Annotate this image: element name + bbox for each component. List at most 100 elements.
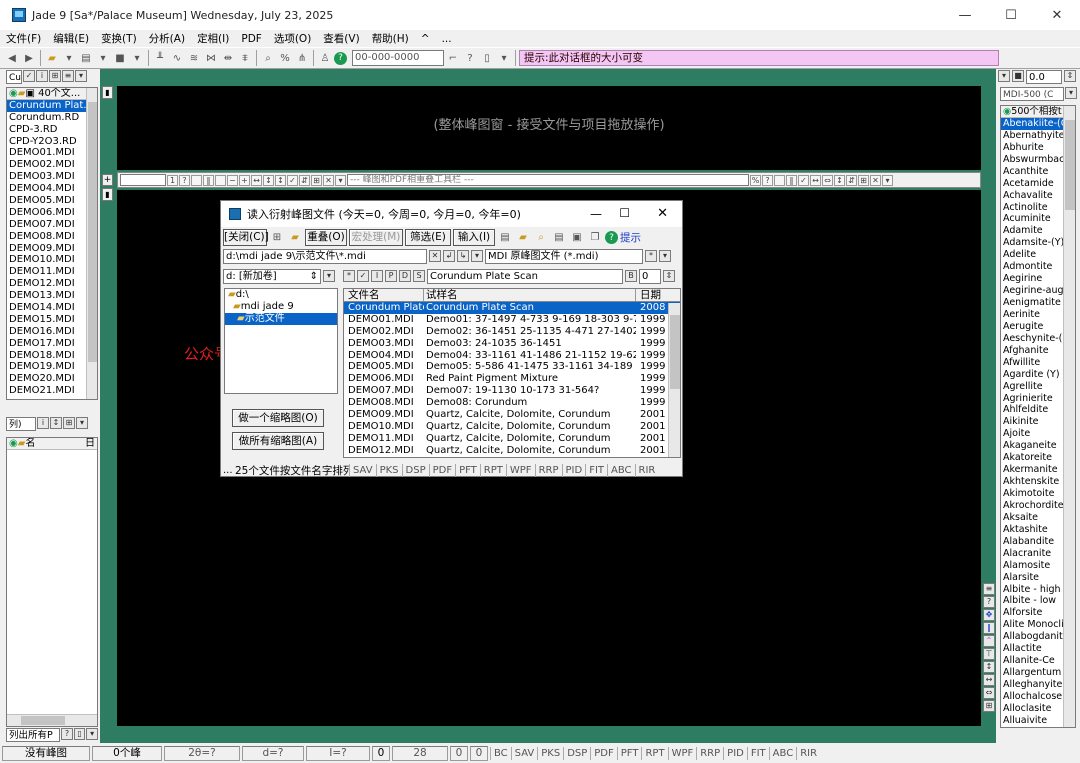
table-row[interactable]: DEMO09.MDI Quartz, Calcite, Dolomite, Cor… xyxy=(344,409,680,421)
table-row[interactable]: DEMO08.MDI Demo08: Corundum 1999 xyxy=(344,397,680,409)
up-down-icon[interactable]: ↕ xyxy=(275,174,286,186)
minimize-button[interactable]: — xyxy=(942,0,988,30)
help-icon[interactable]: ? xyxy=(61,728,73,740)
list-item[interactable]: CPD-Y2O3.RD xyxy=(7,136,97,148)
spin-icon[interactable]: ⇕ xyxy=(663,270,675,282)
scrollbar-thumb[interactable] xyxy=(88,102,97,362)
dropdown-arrow-icon[interactable]: ▾ xyxy=(86,728,98,740)
table-row[interactable]: DEMO10.MDI Quartz, Calcite, Dolomite, Cor… xyxy=(344,421,680,433)
threshold-input[interactable]: 0.0 xyxy=(1026,70,1062,84)
fit-icon[interactable]: ⋈ xyxy=(203,50,219,66)
help-icon[interactable]: ? xyxy=(605,231,618,244)
tab-rpt[interactable]: RPT xyxy=(479,463,506,477)
pin-icon[interactable]: ⊤ xyxy=(983,648,995,660)
grid-icon[interactable]: ⊞ xyxy=(49,70,61,82)
dropdown-arrow-icon[interactable]: ▾ xyxy=(323,270,335,282)
help-icon[interactable]: ? xyxy=(179,174,190,186)
flag-i[interactable]: I xyxy=(371,270,383,282)
tab-pdf[interactable]: PDF xyxy=(428,463,455,477)
up-down-icon[interactable]: ↕ xyxy=(834,174,845,186)
table-row[interactable]: DEMO04.MDI Demo04: 33-1161 41-1486 21-115… xyxy=(344,350,680,362)
stop-icon[interactable]: ■ xyxy=(1012,70,1024,82)
tab-abc[interactable]: ABC xyxy=(607,463,635,477)
scale-icon[interactable]: ⇔ xyxy=(822,174,833,186)
column-header-sample[interactable]: 试样名 xyxy=(424,289,636,301)
refresh-icon[interactable]: ◉ xyxy=(9,88,18,99)
refresh-icon[interactable]: ◉ xyxy=(9,438,18,449)
dropdown-arrow-icon[interactable]: ▾ xyxy=(659,250,671,262)
dropdown-arrow-icon[interactable]: ▾ xyxy=(95,50,111,66)
list-item[interactable]: DEMO01.MDI xyxy=(7,147,97,159)
folder-item[interactable]: ▰mdi jade 9 xyxy=(225,301,337,313)
tab-sav[interactable]: SAV xyxy=(349,463,376,477)
list-item[interactable]: DEMO02.MDI xyxy=(7,159,97,171)
status-tab-rpt[interactable]: RPT xyxy=(641,746,667,760)
drive-select[interactable]: d: [新加卷] ⇕ xyxy=(223,268,321,284)
minus-icon[interactable]: − xyxy=(227,174,238,186)
overview-pattern-window[interactable]: (整体峰图窗 - 接受文件与项目拖放操作) xyxy=(117,86,981,170)
menu-options[interactable]: 选项(O) xyxy=(268,31,317,46)
peak-icon[interactable]: ╨ xyxy=(152,50,168,66)
hint-button[interactable]: 提示 xyxy=(620,230,641,245)
stop-icon[interactable]: ■ xyxy=(112,50,128,66)
pane-toggle-icon[interactable]: ▮ xyxy=(102,86,113,99)
bars-icon[interactable]: ‖ xyxy=(203,174,214,186)
macro-button[interactable]: 宏处理(M) xyxy=(349,229,403,246)
grid-icon[interactable]: ⊞ xyxy=(63,417,75,429)
list-icon[interactable]: ≡ xyxy=(62,70,74,82)
list-item[interactable]: DEMO14.MDI xyxy=(7,302,97,314)
status-tab-pid[interactable]: PID xyxy=(723,746,747,760)
maximize-button[interactable]: ☐ xyxy=(988,0,1034,30)
save-icon[interactable]: ▣ xyxy=(569,230,585,246)
pdf-doc-icon[interactable]: ▯ xyxy=(479,50,495,66)
blank-icon[interactable] xyxy=(774,174,785,186)
filetype-select[interactable]: MDI 原峰图文件 (*.mdi) xyxy=(485,248,643,264)
left-right-icon[interactable]: ↔ xyxy=(983,674,995,686)
menu-transform[interactable]: 变换(T) xyxy=(95,31,143,46)
list-item[interactable]: DEMO11.MDI xyxy=(7,266,97,278)
table-row[interactable]: DEMO12.MDI Quartz, Calcite, Dolomite, Cor… xyxy=(344,445,680,457)
status-tab-sav[interactable]: SAV xyxy=(510,746,538,760)
phase-list-scrollbar[interactable] xyxy=(1063,106,1075,727)
help-icon[interactable]: ? xyxy=(983,596,995,608)
check-icon[interactable]: ✓ xyxy=(287,174,298,186)
list-all-button[interactable]: 列出所有P xyxy=(6,728,61,742)
pane-toggle-icon[interactable]: ▮ xyxy=(102,188,113,201)
lattice-icon[interactable]: ⋔ xyxy=(294,50,310,66)
list-item[interactable]: DEMO04.MDI xyxy=(7,183,97,195)
table-row[interactable]: DEMO02.MDI Demo02: 36-1451 25-1135 4-471 … xyxy=(344,326,680,338)
help-icon[interactable]: ? xyxy=(762,174,773,186)
dialog-close-button[interactable]: ✕ xyxy=(657,206,668,221)
background-icon[interactable]: ≋ xyxy=(186,50,202,66)
up-down-icon[interactable]: ↕ xyxy=(983,661,995,673)
list-item[interactable]: Corundum Plat... xyxy=(7,99,97,112)
nav-right-icon[interactable]: ▶ xyxy=(21,50,37,66)
tab-pft[interactable]: PFT xyxy=(455,463,480,477)
table-row[interactable]: DEMO11.MDI Quartz, Calcite, Dolomite, Cor… xyxy=(344,433,680,445)
forward-icon[interactable]: ↳ xyxy=(457,250,469,262)
list-item[interactable]: DEMO07.MDI xyxy=(7,219,97,231)
status-tab-fit[interactable]: FIT xyxy=(746,746,769,760)
status-tab-abc[interactable]: ABC xyxy=(768,746,797,760)
open-folder-icon[interactable]: ▰ xyxy=(44,50,60,66)
menu-edit[interactable]: 编辑(E) xyxy=(47,31,95,46)
file-list-scrollbar[interactable] xyxy=(86,88,97,399)
pdf-edit-icon[interactable]: ⌐ xyxy=(445,50,461,66)
shift-icon[interactable]: ↔ xyxy=(251,174,262,186)
list-item[interactable]: DEMO13.MDI xyxy=(7,290,97,302)
sample-name-input[interactable]: Corundum Plate Scan xyxy=(427,268,623,284)
tab-pks[interactable]: PKS xyxy=(375,463,402,477)
list-item[interactable]: DEMO19.MDI xyxy=(7,361,97,373)
up-down-icon[interactable]: ↕ xyxy=(50,417,62,429)
pdf-dropdown-icon[interactable]: ▾ xyxy=(496,50,512,66)
toolbox-icon[interactable]: ≡ xyxy=(983,583,995,595)
menu-pdf[interactable]: PDF xyxy=(235,33,267,45)
tab-rrp[interactable]: RRP xyxy=(534,463,562,477)
status-tab-pdf[interactable]: PDF xyxy=(590,746,616,760)
list-item[interactable]: Corundum.RD xyxy=(7,112,97,124)
flag-s[interactable]: S xyxy=(413,270,425,282)
close-icon[interactable]: ✕ xyxy=(870,174,881,186)
dropdown-arrow-icon[interactable]: ▾ xyxy=(882,174,893,186)
menu-caret[interactable]: ^ xyxy=(415,33,436,45)
status-tab-pks[interactable]: PKS xyxy=(537,746,563,760)
